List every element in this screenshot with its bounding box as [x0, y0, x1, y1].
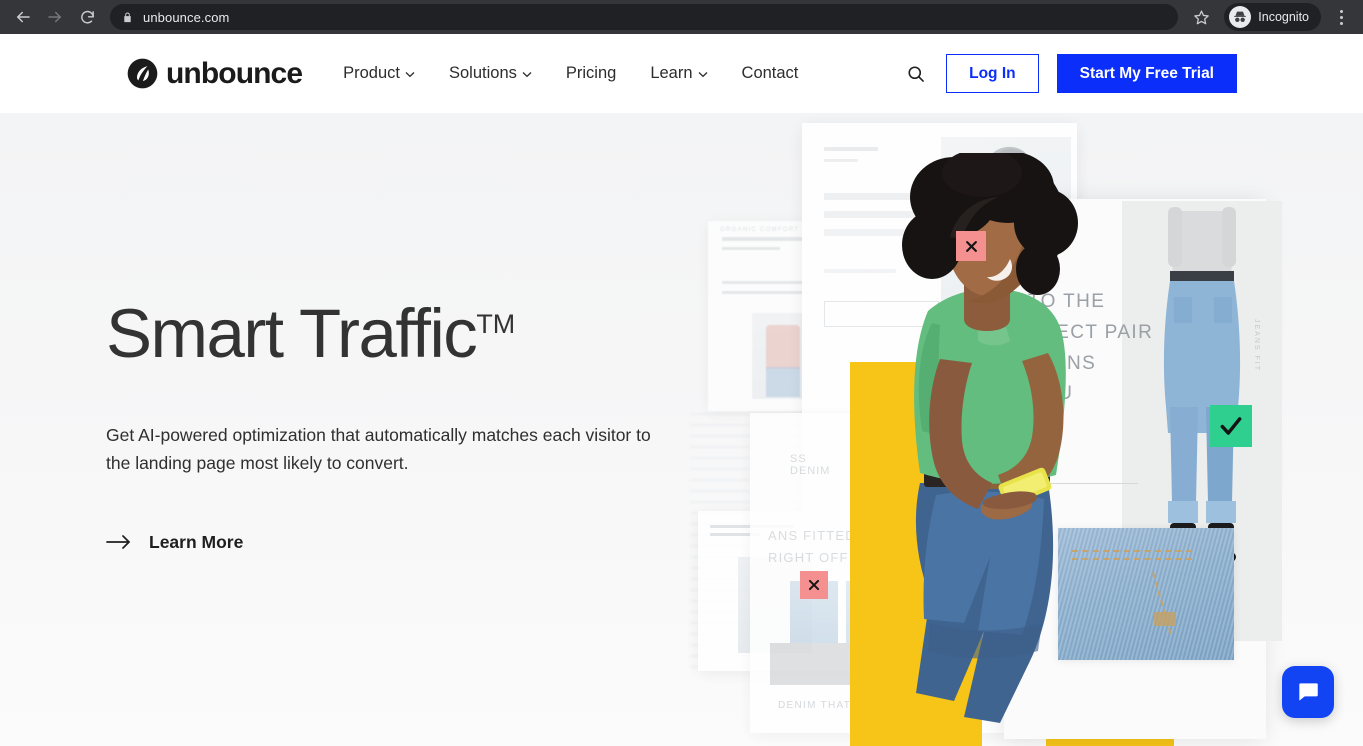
mock-c-label: ORGANIC COMFORT — [720, 227, 799, 233]
browser-menu-button[interactable] — [1327, 2, 1355, 32]
browser-toolbar: unbounce.com Incognito — [0, 0, 1363, 34]
chevron-down-icon — [522, 71, 532, 78]
star-icon — [1193, 9, 1210, 26]
mock-d-head: SSDENIM — [790, 453, 830, 477]
primary-navigation: Product Solutions Pricing Learn Contact — [343, 64, 798, 83]
hero-subtitle: Get AI-powered optimization that automat… — [106, 421, 654, 478]
status-badge-x-top — [956, 231, 986, 261]
nav-label: Contact — [742, 64, 799, 83]
incognito-hat-icon — [1229, 6, 1251, 28]
learn-more-link[interactable]: Learn More — [106, 532, 243, 553]
browser-nav-buttons — [8, 2, 102, 32]
hero-section: Smart TrafficTM Get AI-powered optimizat… — [0, 113, 1363, 746]
nav-item-solutions[interactable]: Solutions — [449, 64, 532, 83]
unbounce-logo-icon — [126, 57, 159, 90]
hero-collage: ORGANIC COMFORT DENIM TAILO — [690, 113, 1363, 746]
address-bar[interactable]: unbounce.com — [110, 4, 1178, 30]
incognito-profile-chip[interactable]: Incognito — [1224, 3, 1321, 31]
arrow-right-icon — [46, 8, 64, 26]
bookmark-button[interactable] — [1186, 2, 1216, 32]
nav-item-learn[interactable]: Learn — [650, 64, 707, 83]
chevron-down-icon — [405, 71, 415, 78]
reload-icon — [79, 9, 96, 26]
arrow-left-icon — [14, 8, 32, 26]
status-badge-check — [1210, 405, 1252, 447]
kebab-dot — [1340, 10, 1343, 13]
arrow-right-icon — [106, 534, 132, 550]
brand-name: unbounce — [166, 57, 302, 91]
hero-copy: Smart TrafficTM Get AI-powered optimizat… — [106, 299, 666, 555]
trademark-symbol: TM — [476, 309, 515, 339]
unbounce-logo[interactable]: unbounce — [126, 57, 302, 91]
back-button[interactable] — [8, 2, 38, 32]
kebab-dot — [1340, 16, 1343, 19]
nav-label: Solutions — [449, 64, 517, 83]
close-icon — [964, 239, 979, 254]
chevron-down-icon — [698, 71, 708, 78]
profile-label: Incognito — [1258, 10, 1309, 24]
start-free-trial-button[interactable]: Start My Free Trial — [1057, 54, 1237, 94]
nav-item-product[interactable]: Product — [343, 64, 415, 83]
browser-toolbar-right: Incognito — [1186, 2, 1355, 32]
nav-item-contact[interactable]: Contact — [742, 64, 799, 83]
search-icon — [906, 64, 926, 84]
site-header: unbounce Product Solutions Pricing Learn… — [0, 34, 1363, 113]
nav-item-pricing[interactable]: Pricing — [566, 64, 616, 83]
check-icon — [1218, 413, 1244, 439]
learn-more-label: Learn More — [149, 532, 243, 553]
log-in-button[interactable]: Log In — [946, 54, 1039, 94]
mock-main-side-label: JEANS FIT — [1253, 319, 1260, 372]
status-badge-x-middle — [800, 571, 828, 599]
close-icon — [807, 578, 821, 592]
chat-bubble-icon — [1295, 679, 1321, 705]
chat-widget-button[interactable] — [1282, 666, 1334, 718]
forward-button[interactable] — [40, 2, 70, 32]
page-title: Smart TrafficTM — [106, 299, 666, 368]
lock-icon — [122, 11, 133, 24]
hero-title-text: Smart Traffic — [106, 295, 476, 372]
url-text: unbounce.com — [143, 10, 229, 25]
reload-button[interactable] — [72, 2, 102, 32]
search-button[interactable] — [904, 62, 928, 86]
header-actions: Log In Start My Free Trial — [904, 54, 1237, 94]
nav-label: Learn — [650, 64, 692, 83]
nav-label: Product — [343, 64, 400, 83]
kebab-dot — [1340, 22, 1343, 25]
nav-label: Pricing — [566, 64, 616, 83]
